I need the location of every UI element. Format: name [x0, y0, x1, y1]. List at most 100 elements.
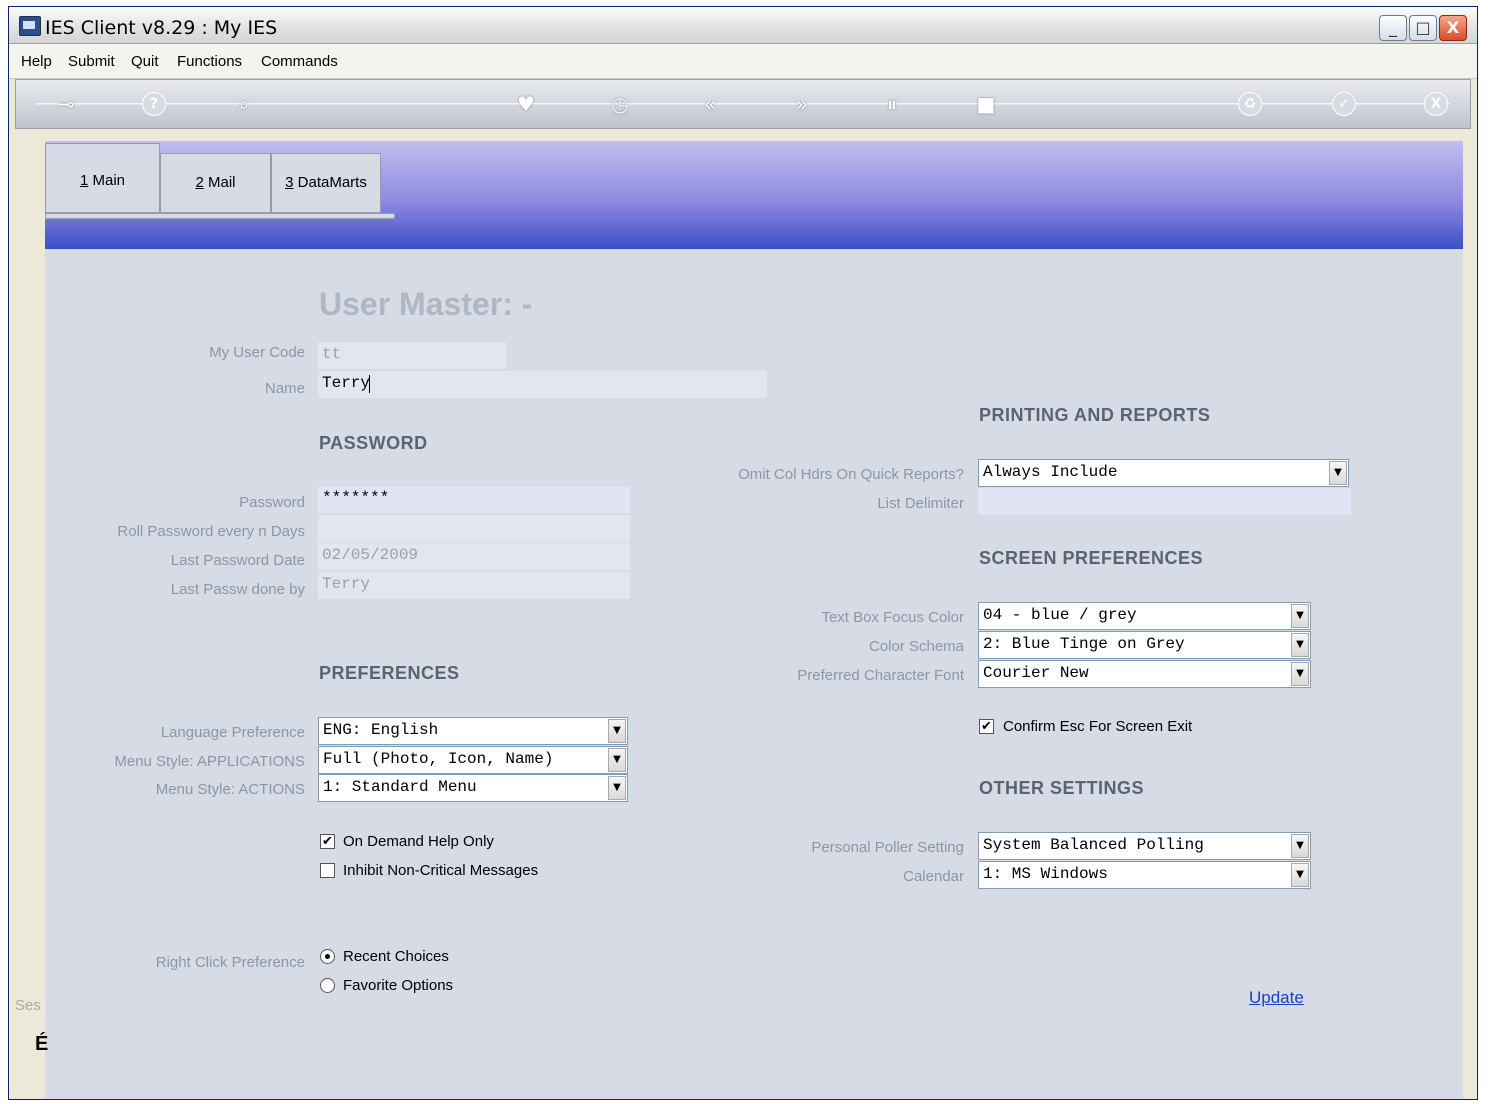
- omit-col-hdrs-label: Omit Col Hdrs On Quick Reports?: [738, 466, 964, 483]
- tab-mail-text: Mail: [203, 174, 236, 191]
- confirm-esc-checkbox[interactable]: ✔: [979, 719, 994, 734]
- roll-password-field[interactable]: [318, 515, 630, 542]
- chevron-down-icon[interactable]: ▼: [1291, 604, 1309, 628]
- list-delimiter-field[interactable]: [978, 488, 1351, 515]
- focus-color-value: 04 - blue / grey: [983, 606, 1137, 624]
- screen-prefs-section-title: SCREEN PREFERENCES: [979, 548, 1204, 568]
- color-schema-label: Color Schema: [868, 638, 964, 655]
- close-button[interactable]: X: [1439, 15, 1467, 41]
- text-caret: [369, 375, 370, 393]
- recent-choices-label: Recent Choices: [343, 948, 449, 965]
- omit-col-hdrs-select[interactable]: Always Include ▼: [978, 459, 1349, 487]
- font-label: Preferred Character Font: [797, 667, 964, 684]
- last-password-date-field: 02/05/2009: [318, 543, 630, 570]
- last-passw-by-field: Terry: [318, 572, 630, 599]
- password-section-title: PASSWORD: [319, 433, 428, 453]
- tab-main-label: 1 Main: [46, 172, 159, 189]
- color-schema-value: 2: Blue Tinge on Grey: [983, 635, 1185, 653]
- tab-mail[interactable]: 2 Mail: [160, 153, 271, 213]
- recent-choices-radio[interactable]: [320, 949, 335, 964]
- focus-color-label: Text Box Focus Color: [821, 609, 964, 626]
- menu-submit[interactable]: Submit: [68, 53, 115, 70]
- chevron-down-icon[interactable]: ▼: [608, 776, 626, 800]
- on-demand-help-checkbox[interactable]: ✔: [320, 834, 335, 849]
- last-password-date-label: Last Password Date: [170, 552, 305, 569]
- chevron-down-icon[interactable]: ▼: [1291, 633, 1309, 657]
- name-value: Terry: [322, 374, 371, 392]
- recycle-icon[interactable]: ♻: [1238, 92, 1262, 116]
- calendar-select[interactable]: 1: MS Windows ▼: [978, 861, 1311, 889]
- clock-icon[interactable]: ◷: [606, 91, 634, 117]
- tab-datamarts-label: 3 DataMarts: [272, 174, 380, 191]
- search-icon[interactable]: ⌕: [230, 91, 258, 117]
- menu-style-apps-label: Menu Style: APPLICATIONS: [114, 753, 305, 770]
- inhibit-messages-checkbox[interactable]: [320, 863, 335, 878]
- font-value: Courier New: [983, 664, 1089, 682]
- session-glyph: É: [35, 1033, 49, 1055]
- printing-section-title: PRINTING AND REPORTS: [979, 405, 1211, 425]
- chevron-down-icon[interactable]: ▼: [608, 719, 626, 743]
- chevron-down-icon[interactable]: ▼: [1291, 863, 1309, 887]
- chevron-down-icon[interactable]: ▼: [1291, 834, 1309, 858]
- chevron-down-icon[interactable]: ▼: [608, 748, 626, 772]
- roll-password-label: Roll Password every n Days: [117, 523, 305, 540]
- last-passw-by-label: Last Passw done by: [170, 581, 305, 598]
- right-click-label: Right Click Preference: [155, 954, 305, 971]
- update-link[interactable]: Update: [1249, 988, 1304, 1008]
- tab-main-text: Main: [88, 172, 126, 189]
- close-icon[interactable]: X: [1424, 92, 1448, 116]
- confirm-esc-label: Confirm Esc For Screen Exit: [1003, 718, 1193, 735]
- menu-style-actions-label: Menu Style: ACTIONS: [155, 781, 305, 798]
- on-demand-help-label: On Demand Help Only: [343, 833, 494, 850]
- preferences-section-title: PREFERENCES: [319, 663, 460, 683]
- menu-bar: Help Submit Quit Functions Commands: [9, 44, 1477, 79]
- minimize-button[interactable]: _: [1379, 15, 1407, 41]
- maximize-button[interactable]: □: [1409, 15, 1437, 41]
- help-icon[interactable]: ?: [142, 92, 166, 116]
- user-code-label: My User Code: [209, 344, 305, 361]
- name-label: Name: [264, 380, 305, 397]
- forward-icon[interactable]: »: [788, 91, 816, 117]
- language-select[interactable]: ENG: English ▼: [318, 717, 628, 745]
- inhibit-messages-label: Inhibit Non-Critical Messages: [343, 862, 539, 879]
- page-title: User Master: -: [319, 286, 533, 322]
- poller-select[interactable]: System Balanced Polling ▼: [978, 832, 1311, 860]
- font-select[interactable]: Courier New ▼: [978, 660, 1311, 688]
- language-value: ENG: English: [323, 721, 439, 739]
- poller-value: System Balanced Polling: [983, 836, 1204, 854]
- pause-icon[interactable]: ⏸: [878, 91, 906, 117]
- chevron-down-icon[interactable]: ▼: [1291, 662, 1309, 686]
- stop-icon[interactable]: ■: [972, 91, 1000, 117]
- session-label: Ses: [15, 997, 41, 1014]
- menu-commands[interactable]: Commands: [261, 53, 338, 70]
- tab-datamarts[interactable]: 3 DataMarts: [271, 153, 381, 213]
- omit-col-hdrs-value: Always Include: [983, 463, 1118, 481]
- tab-main[interactable]: 1 Main: [45, 143, 160, 213]
- app-icon: [19, 16, 41, 36]
- check-icon[interactable]: ✓: [1332, 92, 1356, 116]
- favorite-options-label: Favorite Options: [343, 977, 454, 994]
- chevron-down-icon[interactable]: ▼: [1329, 461, 1347, 485]
- menu-help[interactable]: Help: [21, 53, 52, 70]
- menu-style-actions-select[interactable]: 1: Standard Menu ▼: [318, 774, 628, 802]
- focus-color-select[interactable]: 04 - blue / grey ▼: [978, 602, 1311, 630]
- menu-quit[interactable]: Quit: [131, 53, 159, 70]
- name-field[interactable]: Terry: [318, 371, 767, 398]
- color-schema-select[interactable]: 2: Blue Tinge on Grey ▼: [978, 631, 1311, 659]
- back-icon[interactable]: «: [696, 91, 724, 117]
- key-icon[interactable]: ⊸: [46, 91, 86, 117]
- favorite-options-radio[interactable]: [320, 978, 335, 993]
- user-code-field: tt: [318, 342, 506, 369]
- menu-style-apps-select[interactable]: Full (Photo, Icon, Name) ▼: [318, 746, 628, 774]
- heart-icon[interactable]: ♥: [512, 91, 540, 117]
- menu-functions[interactable]: Functions: [177, 53, 242, 70]
- menu-style-apps-value: Full (Photo, Icon, Name): [323, 750, 554, 768]
- tab-mail-label: 2 Mail: [161, 174, 270, 191]
- password-field[interactable]: *******: [318, 486, 630, 513]
- calendar-value: 1: MS Windows: [983, 865, 1108, 883]
- tab-datamarts-text: DataMarts: [293, 174, 367, 191]
- other-settings-section-title: OTHER SETTINGS: [979, 778, 1145, 798]
- title-bar[interactable]: IES Client v8.29 : My IES _ □ X: [9, 7, 1477, 44]
- tab-mail-key: 2: [195, 174, 204, 191]
- menu-style-actions-value: 1: Standard Menu: [323, 778, 477, 796]
